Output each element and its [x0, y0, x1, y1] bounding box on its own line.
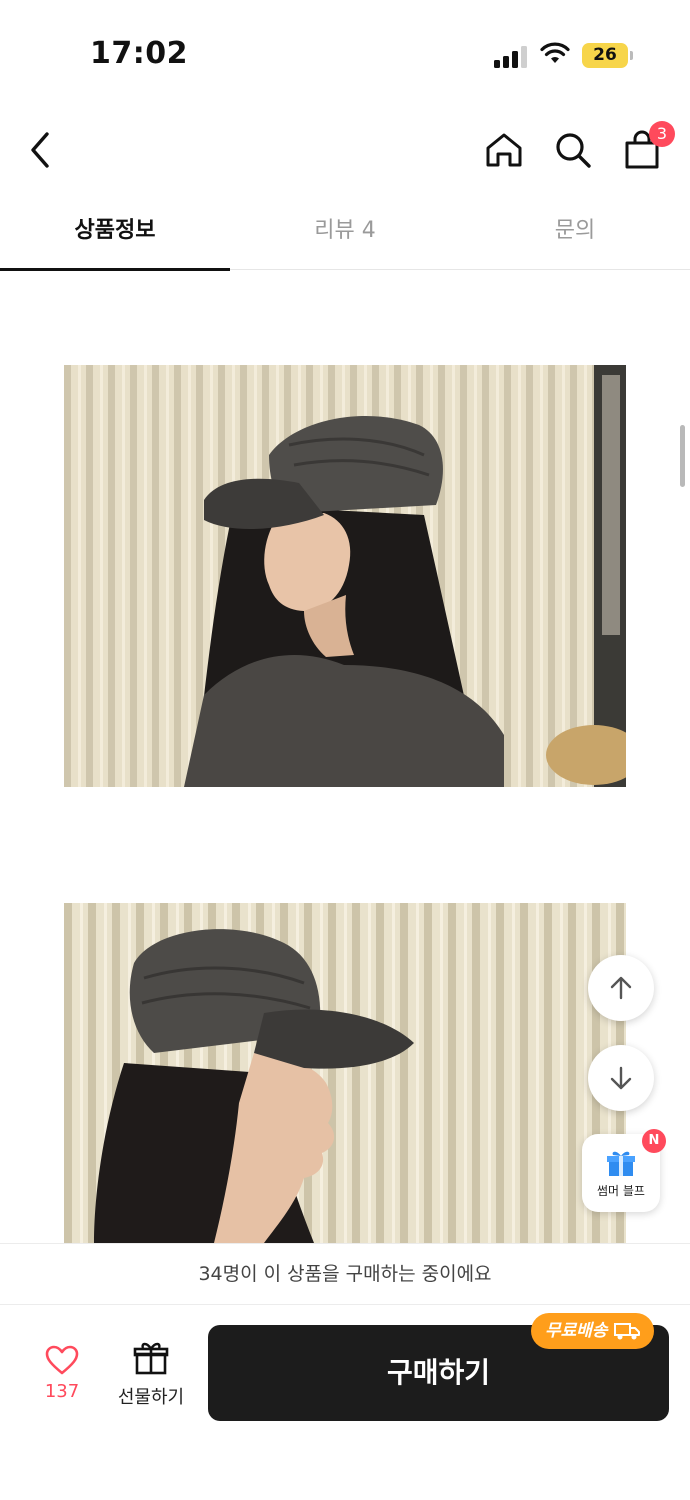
like-count: 137: [44, 1381, 80, 1402]
scroll-bottom-button[interactable]: [588, 1045, 654, 1111]
product-tabs: 상품정보 리뷰 4 문의: [0, 200, 690, 271]
arrow-down-icon: [610, 1066, 632, 1090]
product-image-1: [64, 365, 626, 787]
scrollbar[interactable]: [680, 425, 685, 487]
home-icon: [486, 133, 522, 167]
gift-label: 선물하기: [117, 1387, 185, 1408]
free-shipping-label: 무료배송: [545, 1321, 608, 1341]
battery-cap: [630, 51, 633, 60]
gift-button[interactable]: 선물하기: [110, 1341, 192, 1409]
promo-label: 썸머 블프: [597, 1184, 645, 1198]
tab-product-info[interactable]: 상품정보: [0, 200, 230, 271]
home-button[interactable]: [476, 122, 532, 178]
cart-count-badge: 3: [649, 121, 675, 147]
tab-inquiry[interactable]: 문의: [460, 200, 690, 270]
product-photo-side-view: [64, 365, 626, 787]
scroll-top-button[interactable]: [588, 955, 654, 1021]
gift-box-icon: [607, 1151, 635, 1176]
chevron-left-icon: [31, 132, 49, 168]
back-button[interactable]: [12, 122, 68, 178]
app-header: [0, 100, 690, 200]
gift-icon: [133, 1342, 169, 1375]
wifi-icon: [540, 42, 570, 63]
heart-icon: [45, 1345, 79, 1375]
signal-icon: [494, 44, 530, 68]
new-badge: N: [642, 1129, 666, 1153]
battery-indicator: 26: [582, 43, 628, 68]
status-time: 17:02: [90, 36, 188, 71]
tab-reviews[interactable]: 리뷰 4: [230, 200, 460, 270]
free-shipping-badge: 무료배송: [531, 1313, 654, 1349]
product-photo-profile: [64, 903, 626, 1243]
search-button[interactable]: [545, 122, 601, 178]
arrow-up-icon: [610, 976, 632, 1000]
product-image-2: [64, 903, 626, 1243]
truck-icon: [613, 1323, 640, 1340]
like-button[interactable]: 137: [30, 1345, 94, 1402]
status-bar: 17:02 26: [0, 0, 690, 100]
search-icon: [556, 133, 591, 168]
purchase-activity-notice: 34명이 이 상품을 구매하는 중이에요: [0, 1243, 690, 1305]
